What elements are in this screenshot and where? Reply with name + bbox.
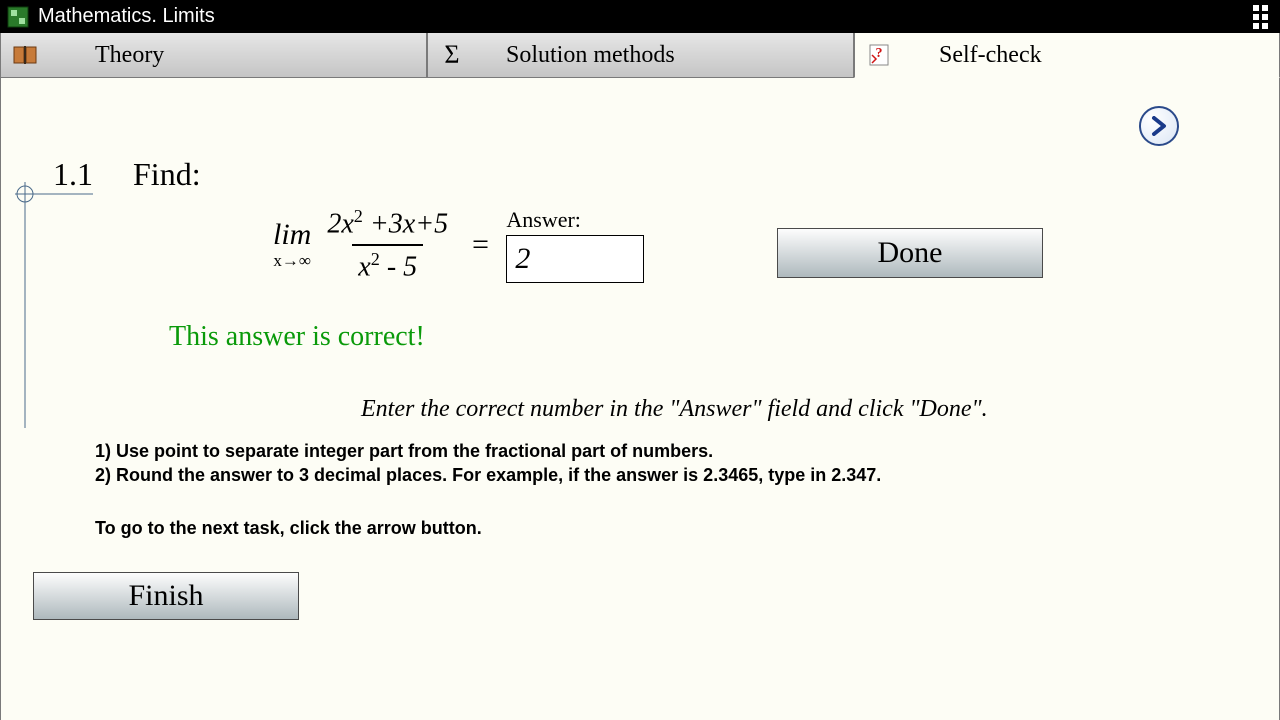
app-icon [6,5,30,29]
menu-dots-icon[interactable] [1253,5,1274,29]
content-area: 1.1 Find: lim x→∞ 2x2 +3x+5 x2 - 5 = Ans… [0,78,1280,720]
sigma-icon: Σ [438,41,466,69]
limit-expression: lim x→∞ 2x2 +3x+5 x2 - 5 = Answer: [273,206,644,283]
tab-theory[interactable]: Theory [0,33,427,77]
tab-label: Solution methods [506,42,675,69]
denominator: x2 - 5 [352,244,423,284]
answer-label: Answer: [506,207,644,233]
next-task-hint: To go to the next task, click the arrow … [95,518,482,539]
tab-label: Theory [95,42,164,69]
tab-label: Self-check [939,42,1042,69]
limit-symbol: lim [273,220,311,250]
equals-sign: = [464,228,496,262]
limit-subscript: x→∞ [273,252,311,269]
hints-block: 1) Use point to separate integer part fr… [95,440,881,489]
done-button[interactable]: Done [777,228,1043,278]
problem-title: Find: [133,156,201,193]
instruction-text: Enter the correct number in the "Answer"… [361,396,988,423]
numerator: 2x2 +3x+5 [321,206,454,244]
bracket-decoration [15,158,93,428]
hint-2: 2) Round the answer to 3 decimal places.… [95,464,881,487]
window-title: Mathematics. Limits [38,5,215,28]
titlebar: Mathematics. Limits [0,0,1280,33]
tab-bar: Theory Σ Solution methods ? Self-check [0,33,1280,78]
chevron-right-icon [1149,116,1169,136]
selfcheck-icon: ? [865,41,893,69]
next-arrow-button[interactable] [1139,106,1179,146]
answer-input[interactable] [506,235,644,283]
book-icon [11,41,39,69]
tab-self-check[interactable]: ? Self-check [854,33,1280,78]
hint-1: 1) Use point to separate integer part fr… [95,440,881,463]
problem-number: 1.1 [53,156,93,193]
tab-solution-methods[interactable]: Σ Solution methods [427,33,854,77]
feedback-message: This answer is correct! [169,321,425,353]
finish-button[interactable]: Finish [33,572,299,620]
